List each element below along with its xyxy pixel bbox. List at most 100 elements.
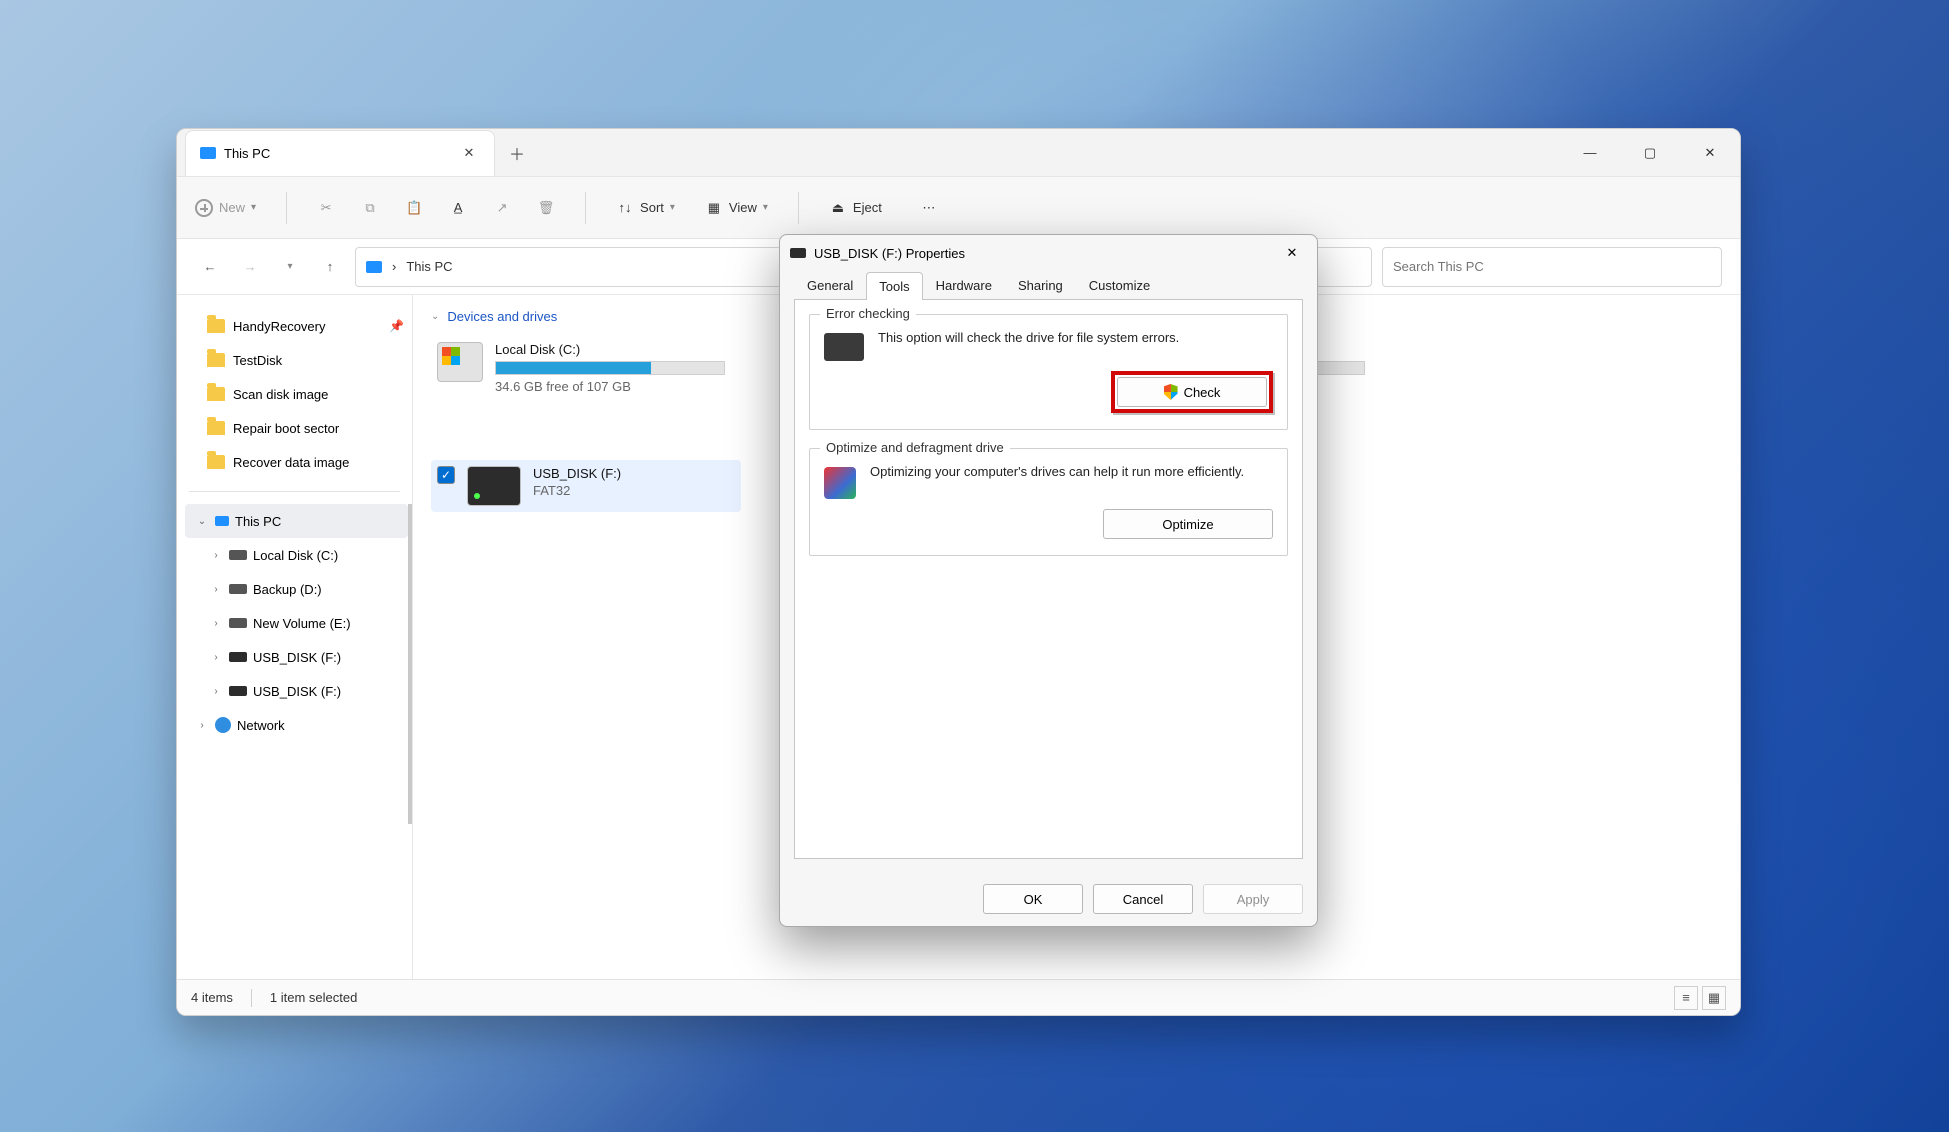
explorer-tab-this-pc[interactable]: This PC ✕ xyxy=(185,130,495,176)
tab-tools[interactable]: Tools xyxy=(866,272,922,300)
clipboard-icon: 📋 xyxy=(405,199,423,217)
drive-usb-disk-f[interactable]: ✓ USB_DISK (F:) FAT32 xyxy=(431,460,741,512)
back-button[interactable]: ← xyxy=(195,252,225,282)
share-button[interactable]: ↗ xyxy=(493,199,511,217)
breadcrumb-location[interactable]: This PC xyxy=(406,259,452,274)
trash-icon: 🗑 xyxy=(537,199,555,217)
chevron-down-icon: ▾ xyxy=(670,202,675,213)
quick-access-item[interactable]: TestDisk xyxy=(185,343,404,377)
drive-name: Local Disk (C:) xyxy=(495,342,725,357)
cut-button[interactable]: ✂ xyxy=(317,199,335,217)
tab-general[interactable]: General xyxy=(794,271,866,299)
drive-icon xyxy=(229,652,247,662)
chevron-down-icon: ▾ xyxy=(251,202,256,213)
tree-drive[interactable]: ›USB_DISK (F:) xyxy=(185,674,408,708)
eject-label: Eject xyxy=(853,200,882,215)
optimize-button[interactable]: Optimize xyxy=(1103,509,1273,539)
chevron-right-icon[interactable]: › xyxy=(209,584,223,595)
tree-drive[interactable]: › USB_DISK (F:) xyxy=(185,640,408,674)
close-dialog-button[interactable]: ✕ xyxy=(1277,245,1307,261)
error-checking-text: This option will check the drive for fil… xyxy=(878,329,1179,347)
quick-access-item[interactable]: Repair boot sector xyxy=(185,411,404,445)
new-button[interactable]: New ▾ xyxy=(195,199,256,217)
chevron-down-icon[interactable]: ⌄ xyxy=(195,516,209,527)
more-button[interactable]: ⋯ xyxy=(920,199,938,217)
tree-view: ⌄This PC ›Local Disk (C:) ›Backup (D:) ›… xyxy=(185,504,412,824)
tree-drive[interactable]: › New Volume (E:) xyxy=(185,606,408,640)
eject-button[interactable]: ⏏ Eject xyxy=(829,199,882,217)
tab-page-tools: Error checking This option will check th… xyxy=(794,299,1303,859)
rename-icon: A̲ xyxy=(449,199,467,217)
view-button[interactable]: ▦ View ▾ xyxy=(705,199,768,217)
apply-label: Apply xyxy=(1237,892,1270,907)
quick-access-label: Repair boot sector xyxy=(233,421,339,436)
properties-dialog: USB_DISK (F:) Properties ✕ General Tools… xyxy=(779,234,1318,927)
close-window-button[interactable]: ✕ xyxy=(1680,129,1740,177)
details-view-button[interactable]: ≡ xyxy=(1674,986,1698,1010)
separator xyxy=(585,192,586,224)
chevron-right-icon[interactable]: › xyxy=(209,618,223,629)
tree-label: USB_DISK (F:) xyxy=(253,650,341,665)
scissors-icon: ✂ xyxy=(317,199,335,217)
ok-button[interactable]: OK xyxy=(983,884,1083,914)
chevron-right-icon[interactable]: › xyxy=(209,550,223,561)
rename-button[interactable]: A̲ xyxy=(449,199,467,217)
tab-strip: General Tools Hardware Sharing Customize xyxy=(780,271,1317,299)
delete-button[interactable]: 🗑 xyxy=(537,199,555,217)
large-icons-view-button[interactable]: ▦ xyxy=(1702,986,1726,1010)
plus-circle-icon xyxy=(195,199,213,217)
group-legend: Error checking xyxy=(820,306,916,321)
chevron-right-icon[interactable]: › xyxy=(195,720,209,731)
chevron-right-icon[interactable]: › xyxy=(209,652,223,663)
separator xyxy=(286,192,287,224)
quick-access-item[interactable]: Scan disk image xyxy=(185,377,404,411)
status-selection: 1 item selected xyxy=(270,990,357,1005)
recent-locations-button[interactable]: ▾ xyxy=(275,252,305,282)
tree-label: New Volume (E:) xyxy=(253,616,351,631)
network-icon xyxy=(215,717,231,733)
search-input[interactable] xyxy=(1382,247,1722,287)
paste-button[interactable]: 📋 xyxy=(405,199,423,217)
close-tab-icon[interactable]: ✕ xyxy=(458,145,480,161)
copy-button[interactable]: ⧉ xyxy=(361,199,379,217)
cancel-button[interactable]: Cancel xyxy=(1093,884,1193,914)
sort-icon: ↑↓ xyxy=(616,199,634,217)
tab-customize[interactable]: Customize xyxy=(1076,271,1163,299)
new-tab-button[interactable]: ＋ xyxy=(509,141,525,165)
minimize-button[interactable]: — xyxy=(1560,129,1620,177)
separator xyxy=(251,989,252,1007)
up-button[interactable]: ↑ xyxy=(315,252,345,282)
tree-drive[interactable]: ›Backup (D:) xyxy=(185,572,408,606)
check-button[interactable]: Check xyxy=(1117,377,1267,407)
quick-access-label: Scan disk image xyxy=(233,387,328,402)
sort-label: Sort xyxy=(640,200,664,215)
this-pc-icon xyxy=(215,516,229,526)
apply-button[interactable]: Apply xyxy=(1203,884,1303,914)
breadcrumb-sep: › xyxy=(392,259,396,274)
forward-button[interactable]: → xyxy=(235,252,265,282)
quick-access-label: Recover data image xyxy=(233,455,349,470)
copy-icon: ⧉ xyxy=(361,199,379,217)
quick-access-label: HandyRecovery xyxy=(233,319,326,334)
tab-sharing[interactable]: Sharing xyxy=(1005,271,1076,299)
ellipsis-icon: ⋯ xyxy=(920,199,938,217)
checkbox-checked[interactable]: ✓ xyxy=(437,466,455,484)
tab-hardware[interactable]: Hardware xyxy=(923,271,1005,299)
titlebar: This PC ✕ ＋ — ▢ ✕ xyxy=(177,129,1740,177)
drive-icon xyxy=(229,686,247,696)
dialog-action-row: OK Cancel Apply xyxy=(780,884,1317,914)
window-controls: — ▢ ✕ xyxy=(1560,129,1740,177)
maximize-button[interactable]: ▢ xyxy=(1620,129,1680,177)
group-error-checking: Error checking This option will check th… xyxy=(809,314,1288,430)
drive-subtext: 34.6 GB free of 107 GB xyxy=(495,379,725,394)
view-icon: ▦ xyxy=(705,199,723,217)
quick-access-item[interactable]: Recover data image xyxy=(185,445,404,479)
quick-access-item[interactable]: HandyRecovery📌 xyxy=(185,309,404,343)
tree-this-pc[interactable]: ⌄This PC xyxy=(185,504,408,538)
tree-network[interactable]: ›Network xyxy=(185,708,408,742)
tree-drive[interactable]: ›Local Disk (C:) xyxy=(185,538,408,572)
drive-local-disk-c[interactable]: ✓ Local Disk (C:) 34.6 GB free of 107 GB xyxy=(431,336,731,400)
command-bar: New ▾ ✂ ⧉ 📋 A̲ ↗ 🗑 ↑↓ Sort ▾ ▦ View ▾ ⏏ … xyxy=(177,177,1740,239)
sort-button[interactable]: ↑↓ Sort ▾ xyxy=(616,199,675,217)
chevron-right-icon[interactable]: › xyxy=(209,686,223,697)
